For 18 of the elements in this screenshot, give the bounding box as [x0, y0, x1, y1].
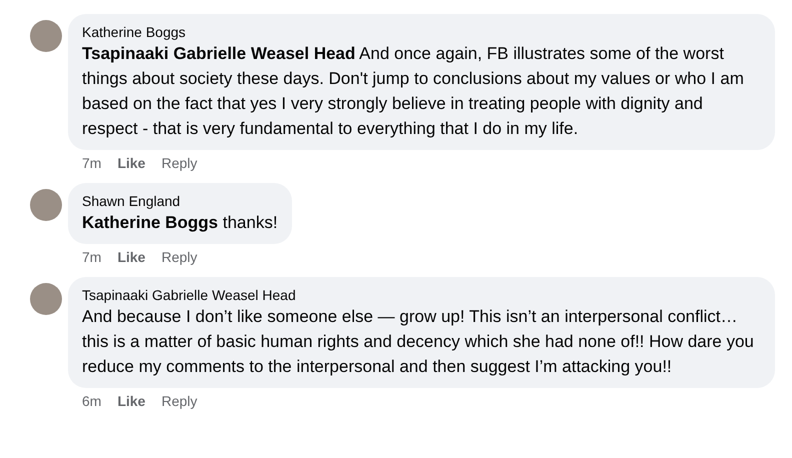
comment-text: Tsapinaaki Gabrielle Weasel Head And once again, FB illustrates some of the worst things about society these days. Don't jump to conclusions about my values or who I am based on the fact that yes I very strongly believe in treating people with dignity and respect - that is very fundamental to everything that I do in my life.	[82, 43, 745, 140]
reply-link[interactable]: Reply	[161, 391, 198, 411]
comment-author[interactable]: Tsapinaaki Gabrielle Weasel Head	[82, 286, 761, 304]
like-link[interactable]: Like	[117, 153, 146, 173]
comment-time[interactable]: 7m	[82, 247, 102, 267]
avatar-icon[interactable]	[30, 20, 62, 52]
comment-text: Katherine Boggs thanks!	[82, 212, 278, 234]
like-link[interactable]: Like	[117, 247, 146, 267]
reply-link[interactable]: Reply	[161, 247, 198, 267]
comment-author[interactable]: Katherine Boggs	[82, 23, 761, 41]
comment-time[interactable]: 6m	[82, 391, 102, 411]
comment-text: And because I don’t like someone else — grow up! This isn’t an interpersonal conflict… this is a matter of basic human rights and decency which she had none of!! How dare you reduce my comments to the interpersonal and then suggest I’m attacking you!!	[82, 306, 755, 378]
comment-time[interactable]: 7m	[82, 153, 102, 173]
reply-link[interactable]: Reply	[161, 153, 198, 173]
avatar-icon[interactable]	[30, 189, 62, 221]
avatar-icon[interactable]	[30, 283, 62, 315]
comment-author[interactable]: Shawn England	[82, 192, 278, 210]
like-link[interactable]: Like	[117, 391, 146, 411]
